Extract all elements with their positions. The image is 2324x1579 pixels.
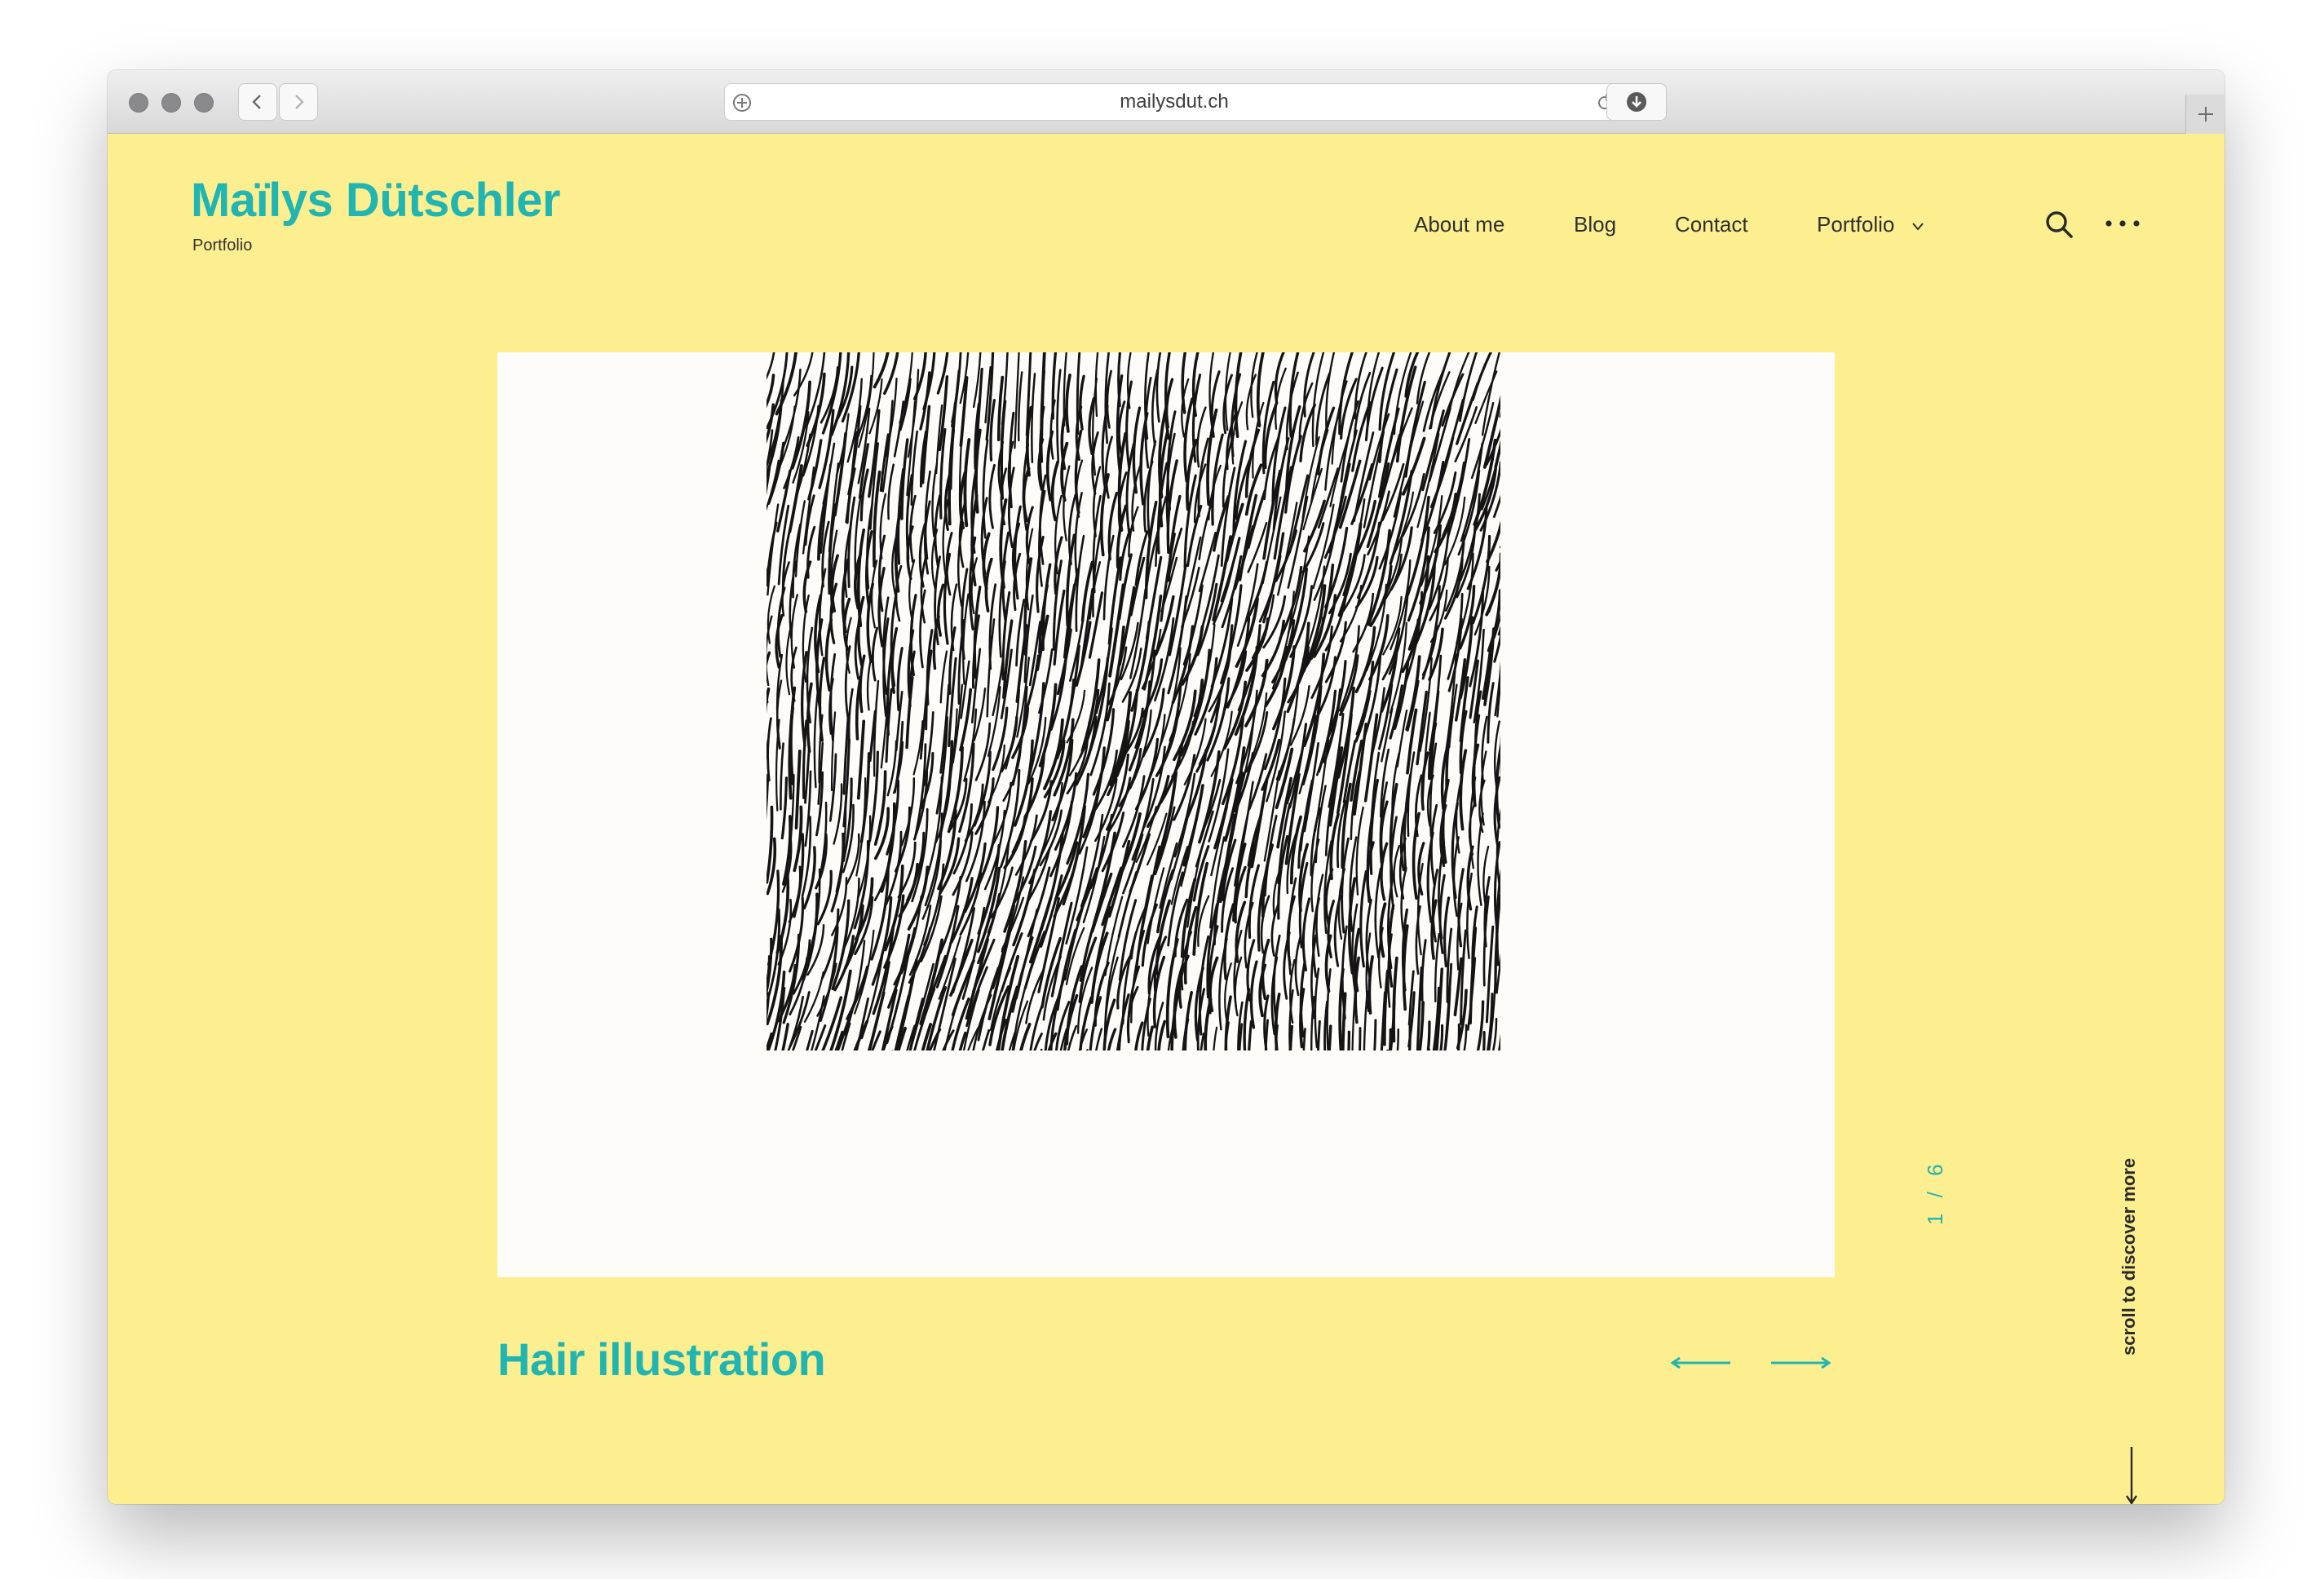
search-icon[interactable] [2043, 209, 2074, 240]
nav-blog[interactable]: Blog [1574, 212, 1616, 237]
chevron-down-icon[interactable] [1911, 222, 1924, 232]
back-button[interactable] [238, 83, 277, 121]
close-window-button[interactable] [129, 93, 148, 113]
illustration-artwork [767, 352, 1500, 1050]
nav-contact[interactable]: Contact [1675, 212, 1748, 237]
arrow-left-icon[interactable] [1668, 1351, 1734, 1375]
nav-portfolio[interactable]: Portfolio [1817, 212, 1894, 237]
nav-about-me[interactable]: About me [1414, 212, 1504, 237]
download-icon [1627, 92, 1646, 112]
forward-button[interactable] [279, 83, 318, 121]
browser-window: mailysdut.ch Maïlys Dütschler Portfolio … [108, 70, 2225, 1504]
site-tagline: Portfolio [192, 237, 253, 254]
more-dots-icon[interactable] [2104, 217, 2141, 230]
address-bar[interactable]: mailysdut.ch [724, 83, 1624, 121]
chevron-right-icon [295, 95, 304, 109]
chevron-left-icon [252, 95, 261, 109]
zoom-window-button[interactable] [194, 93, 214, 113]
slide-title: Hair illustration [497, 1334, 826, 1385]
hair-illustration-image[interactable] [497, 352, 1835, 1277]
scroll-hint-text: scroll to discover more [2119, 1157, 2139, 1356]
web-page: Maïlys Dütschler Portfolio About me Blog… [108, 134, 2225, 1504]
arrow-right-icon[interactable] [1768, 1351, 1833, 1375]
downloads-button[interactable] [1606, 83, 1667, 121]
browser-toolbar: mailysdut.ch [108, 70, 2225, 134]
url-text: mailysdut.ch [1120, 91, 1229, 113]
arrow-down-icon[interactable] [2123, 1445, 2140, 1504]
minimize-window-button[interactable] [161, 93, 181, 113]
new-tab-button[interactable] [2185, 95, 2225, 134]
plus-icon [2198, 107, 2213, 122]
slide-counter: 1 / 6 [1923, 1159, 1947, 1225]
site-title[interactable]: Maïlys Dütschler [191, 173, 560, 228]
